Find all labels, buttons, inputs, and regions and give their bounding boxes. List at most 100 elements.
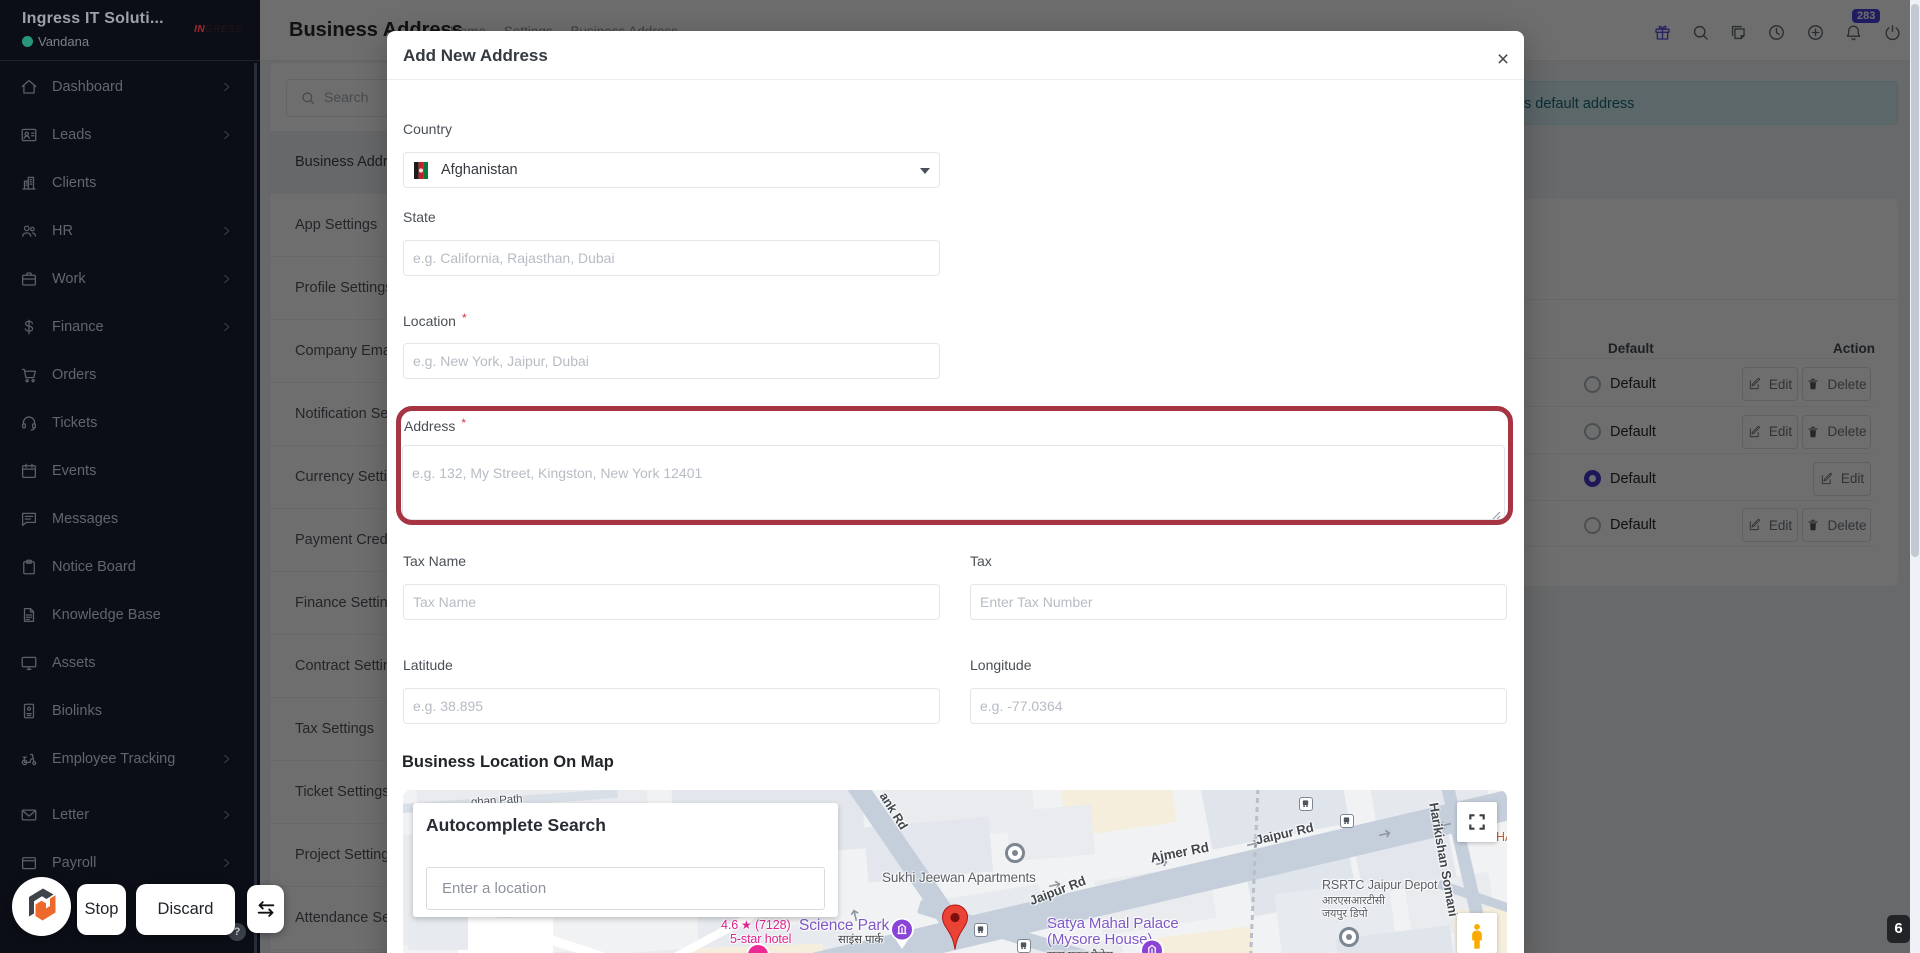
id-badge-icon — [20, 702, 38, 720]
step-badge: 6 — [1887, 915, 1910, 943]
transit-station-dot — [1346, 934, 1352, 940]
address-textarea[interactable]: e.g. 132, My Street, Kingston, New York … — [402, 445, 1505, 520]
add-address-modal: Add New Address × Country Afghanistan St… — [387, 31, 1524, 953]
sidebar-item-label: Orders — [52, 367, 96, 383]
input-placeholder: Enter Tax Number — [980, 594, 1093, 610]
sidebar-item-hr[interactable]: HR — [0, 207, 254, 255]
sidebar-item-work[interactable]: Work — [0, 255, 254, 303]
required-asterisk: * — [461, 416, 466, 430]
sidebar-item-leads[interactable]: Leads — [0, 111, 254, 159]
fullscreen-button[interactable] — [1457, 802, 1497, 842]
clipboard-icon — [20, 558, 38, 576]
swap-button[interactable] — [247, 885, 284, 933]
sidebar-item-label: Events — [52, 463, 96, 479]
map-marker-icon — [941, 904, 969, 951]
latitude-label: Latitude — [403, 657, 453, 673]
poi-pin-icon — [889, 917, 915, 950]
page-scrollbar[interactable] — [1910, 0, 1920, 953]
sidebar-item-letter[interactable]: Letter — [0, 791, 254, 839]
sidebar-item-label: Assets — [52, 655, 96, 671]
building-icon — [20, 174, 38, 192]
headset-icon — [20, 414, 38, 432]
company-name: Ingress IT Soluti... — [22, 10, 164, 28]
transit-station-dot — [1012, 850, 1018, 856]
calendar-icon — [20, 462, 38, 480]
transit-station-icon — [1005, 843, 1025, 863]
dollar-icon — [20, 318, 38, 336]
lead-card-icon — [20, 126, 38, 144]
sidebar-item-employee-tracking[interactable]: Employee Tracking — [0, 735, 254, 783]
state-label: State — [403, 209, 436, 225]
sidebar-item-events[interactable]: Events — [0, 447, 254, 495]
online-status-dot — [22, 36, 33, 47]
sidebar-item-messages[interactable]: Messages — [0, 495, 254, 543]
scrollbar-thumb[interactable] — [1911, 4, 1919, 557]
tax-name-label: Tax Name — [403, 553, 466, 569]
bus-stop-icon — [974, 923, 988, 937]
sidebar-item-label: Biolinks — [52, 703, 102, 719]
sidebar-item-biolinks[interactable]: Biolinks — [0, 687, 254, 735]
sidebar-item-orders[interactable]: Orders — [0, 351, 254, 399]
stop-button[interactable]: Stop — [77, 884, 126, 935]
sidebar-item-clients[interactable]: Clients — [0, 159, 254, 207]
input-placeholder: e.g. New York, Jaipur, Dubai — [413, 353, 589, 369]
sidebar-item-knowledge-base[interactable]: Knowledge Base — [0, 591, 254, 639]
sidebar-item-finance[interactable]: Finance — [0, 303, 254, 351]
swap-arrows-icon — [255, 898, 277, 920]
map-label: साइंस पार्क — [838, 932, 883, 947]
chevron-right-icon — [221, 274, 232, 285]
tax-input[interactable]: Enter Tax Number — [970, 584, 1507, 620]
logo-text-primary: IN — [194, 24, 205, 35]
input-placeholder: e.g. California, Rajasthan, Dubai — [413, 250, 615, 266]
input-placeholder: e.g. -77.0364 — [980, 698, 1063, 714]
sidebar-item-tickets[interactable]: Tickets — [0, 399, 254, 447]
autocomplete-input[interactable]: Enter a location — [426, 867, 825, 910]
map-label: जयपुर डिपो — [1322, 906, 1367, 921]
home-icon — [20, 78, 38, 96]
input-placeholder: e.g. 132, My Street, Kingston, New York … — [412, 465, 702, 481]
file-text-icon — [20, 606, 38, 624]
sidebar-item-label: Payroll — [52, 855, 96, 871]
autocomplete-title: Autocomplete Search — [426, 815, 606, 836]
logo-text-secondary: GRESS — [205, 24, 242, 35]
map-label: RSRTC Jaipur Depot — [1322, 878, 1437, 892]
payroll-icon — [20, 854, 38, 872]
briefcase-icon — [20, 270, 38, 288]
sidebar-item-label: Employee Tracking — [52, 751, 175, 767]
recorder-logo-button[interactable] — [12, 877, 71, 936]
sidebar-item-assets[interactable]: Assets — [0, 639, 254, 687]
autocomplete-card: Autocomplete Search Enter a location — [413, 803, 838, 917]
sidebar-item-notice-board[interactable]: Notice Board — [0, 543, 254, 591]
country-label: Country — [403, 121, 452, 137]
country-select[interactable]: Afghanistan — [403, 152, 940, 188]
resize-handle[interactable] — [1492, 507, 1501, 516]
sidebar-item-label: Messages — [52, 511, 118, 527]
close-icon[interactable]: × — [1492, 49, 1514, 71]
tax-name-input[interactable]: Tax Name — [403, 584, 940, 620]
transit-station-icon — [1339, 927, 1359, 947]
latitude-input[interactable]: e.g. 38.895 — [403, 688, 940, 724]
modal-header: Add New Address × — [387, 31, 1524, 80]
pegman-icon — [1466, 919, 1488, 949]
business-location-map[interactable]: ghan Pathank RdSukhi Jeewan ApartmentsJa… — [403, 790, 1507, 953]
discard-button[interactable]: Discard — [136, 884, 235, 935]
ingress-recorder-logo — [12, 877, 71, 936]
state-input[interactable]: e.g. California, Rajasthan, Dubai — [403, 240, 940, 276]
scooter-icon — [20, 750, 38, 768]
pegman-button[interactable] — [1457, 913, 1497, 953]
sidebar-item-dashboard[interactable]: Dashboard — [0, 63, 254, 111]
map-label: ★ — [741, 918, 752, 932]
location-label: Location* — [403, 311, 467, 329]
sidebar-brand: Ingress IT Soluti... Vandana INGRESS — [0, 0, 260, 61]
sidebar-item-label: Letter — [52, 807, 89, 823]
longitude-input[interactable]: e.g. -77.0364 — [970, 688, 1507, 724]
sidebar-scrollbar[interactable] — [254, 63, 257, 953]
input-placeholder: Tax Name — [413, 594, 476, 610]
sidebar: Ingress IT Soluti... Vandana INGRESS Das… — [0, 0, 260, 953]
map-heading: Business Location On Map — [402, 753, 614, 772]
modal-title: Add New Address — [403, 46, 548, 66]
sidebar-item-label: Leads — [52, 127, 92, 143]
map-label: Satya Mahal Palace — [1047, 915, 1179, 932]
location-input[interactable]: e.g. New York, Jaipur, Dubai — [403, 343, 940, 379]
chevron-right-icon — [221, 810, 232, 821]
